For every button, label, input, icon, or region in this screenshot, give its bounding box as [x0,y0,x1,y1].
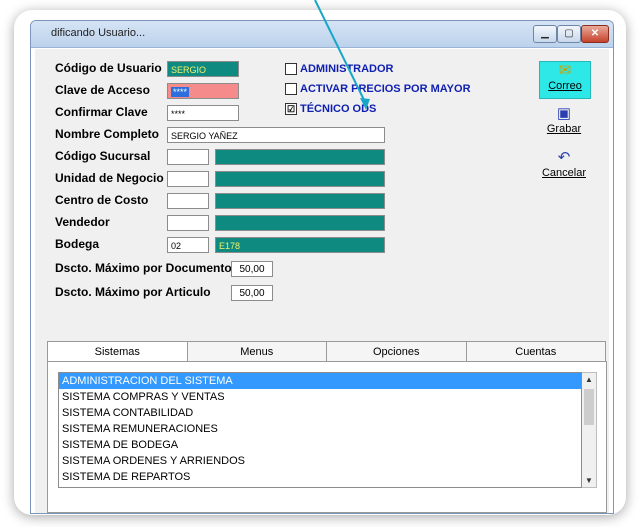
cancelar-label: Cancelar [541,167,587,179]
minimize-icon: ▁ [541,28,549,39]
maximize-button[interactable]: ▢ [557,25,581,43]
checkbox-administrador-label: ADMINISTRADOR [300,63,394,75]
centro-costo-desc [215,193,385,209]
label-dscto-articulo: Dscto. Máximo por Articulo [55,285,211,299]
list-item[interactable]: SISTEMA DE REPARTOS [59,469,581,485]
checkbox-precios-mayor-box [285,83,297,95]
tab-sistemas[interactable]: Sistemas [47,341,188,361]
grabar-label: Grabar [546,123,582,135]
list-item[interactable]: SISTEMA ORDENES Y ARRIENDOS [59,453,581,469]
undo-icon: ↶ [557,149,571,166]
title-bar: dificando Usuario... ▁ ▢ ✕ [31,21,613,48]
checkbox-precios-mayor[interactable]: ACTIVAR PRECIOS POR MAYOR [285,83,471,95]
clave-acceso-value: **** [171,87,190,97]
minimize-button[interactable]: ▁ [533,25,557,43]
correo-label: Correo [548,80,582,92]
checkbox-tecnico-ods-box: ☑ [285,103,297,115]
label-clave-acceso: Clave de Acceso [55,83,150,97]
codigo-usuario-input[interactable]: SERGIO [167,61,239,77]
label-dscto-documento: Dscto. Máximo por Documento [55,261,232,275]
user-edit-window: dificando Usuario... ▁ ▢ ✕ Código de Usu… [30,20,614,514]
tab-cuentas[interactable]: Cuentas [465,341,606,361]
tab-opciones[interactable]: Opciones [326,341,467,361]
correo-button[interactable]: ✉ Correo [539,61,591,99]
list-item[interactable]: SISTEMA REMUNERACIONES [59,421,581,437]
codigo-sucursal-desc [215,149,385,165]
scroll-thumb[interactable] [584,389,594,425]
unidad-negocio-desc [215,171,385,187]
checkbox-administrador-box [285,63,297,75]
list-item[interactable]: SISTEMA CONTABILIDAD [59,405,581,421]
list-item[interactable]: ADMINISTRACION DEL SISTEMA [59,373,581,389]
systems-scrollbar[interactable]: ▲ ▼ [582,372,597,488]
nombre-completo-input[interactable]: SERGIO YAÑEZ [167,127,385,143]
cancelar-button[interactable]: ↶ Cancelar [539,149,589,185]
label-centro-costo: Centro de Costo [55,193,149,207]
vendedor-code-input[interactable] [167,215,209,231]
grabar-button[interactable]: ▣ Grabar [539,105,589,141]
systems-list[interactable]: ADMINISTRACION DEL SISTEMA SISTEMA COMPR… [58,372,582,488]
checkbox-tecnico-ods-label: TÉCNICO ODS [300,103,377,115]
unidad-negocio-code-input[interactable] [167,171,209,187]
window-title: dificando Usuario... [51,27,146,39]
codigo-sucursal-code-input[interactable] [167,149,209,165]
vendedor-desc [215,215,385,231]
clave-acceso-input[interactable]: **** [167,83,239,99]
envelope-icon: ✉ [558,62,572,79]
bodega-desc: E178 [215,237,385,253]
label-unidad-negocio: Unidad de Negocio [55,171,164,185]
scroll-down-icon[interactable]: ▼ [585,476,593,485]
label-codigo-usuario: Código de Usuario [55,61,162,75]
confirmar-clave-input[interactable]: **** [167,105,239,121]
list-item[interactable]: SISTEMA COMPRAS Y VENTAS [59,389,581,405]
tab-strip: Sistemas Menus Opciones Cuentas [47,341,606,361]
close-icon: ✕ [590,28,600,39]
tab-menus[interactable]: Menus [186,341,327,361]
dscto-articulo-input[interactable]: 50,00 [231,285,273,301]
label-bodega: Bodega [55,237,100,251]
centro-costo-code-input[interactable] [167,193,209,209]
dscto-documento-input[interactable]: 50,00 [231,261,273,277]
label-vendedor: Vendedor [55,215,110,229]
floppy-icon: ▣ [556,105,572,122]
checkbox-administrador[interactable]: ADMINISTRADOR [285,63,394,75]
label-nombre-completo: Nombre Completo [55,127,160,141]
list-item[interactable]: SISTEMA DE BODEGA [59,437,581,453]
label-codigo-sucursal: Código Sucursal [55,149,151,163]
checkbox-tecnico-ods[interactable]: ☑ TÉCNICO ODS [285,103,376,115]
scroll-up-icon[interactable]: ▲ [585,375,593,384]
checkbox-precios-mayor-label: ACTIVAR PRECIOS POR MAYOR [300,83,471,95]
maximize-icon: ▢ [564,28,574,39]
window-body: Código de Usuario Clave de Acceso Confir… [35,49,609,513]
bodega-code-input[interactable]: 02 [167,237,209,253]
tab-panel-sistemas: ADMINISTRACION DEL SISTEMA SISTEMA COMPR… [47,361,607,513]
label-confirmar-clave: Confirmar Clave [55,105,148,119]
close-button[interactable]: ✕ [581,25,609,43]
